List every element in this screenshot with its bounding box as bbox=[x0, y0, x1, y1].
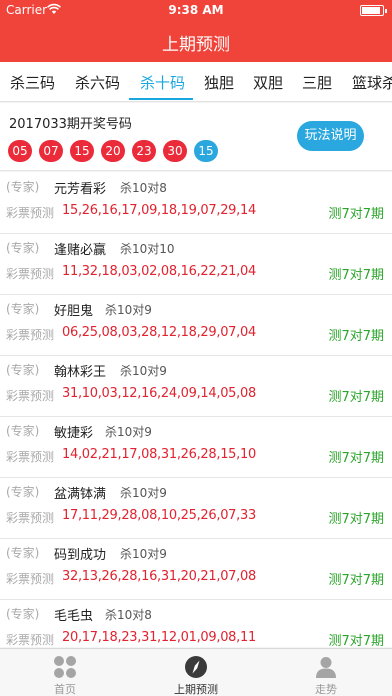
blue-ball: 15 bbox=[194, 140, 218, 162]
latest-draw-panel: 2017033期开奖号码 05 07 15 20 23 30 15 玩法说明 bbox=[0, 103, 392, 171]
prediction-row[interactable]: (专家) 元芳看彩 杀10对8 彩票预测 15,26,16,17,09,18,19,07… bbox=[0, 172, 392, 234]
clock: 9:38 AM bbox=[168, 3, 224, 17]
expert-tag: (专家) bbox=[6, 546, 40, 560]
person-icon bbox=[316, 657, 336, 678]
prediction-label: 彩票预测 bbox=[6, 511, 55, 525]
prediction-label: 彩票预测 bbox=[6, 206, 55, 220]
compass-icon bbox=[185, 656, 207, 678]
battery-icon bbox=[360, 5, 387, 16]
prediction-row[interactable]: (专家) 翰林彩王 杀10对9 彩票预测 31,10,03,12,16,24,09,14… bbox=[0, 355, 392, 417]
tab-kill-ten[interactable]: 杀十码 bbox=[140, 72, 185, 93]
red-ball: 30 bbox=[163, 140, 187, 162]
predicted-numbers: 15,26,16,17,09,18,19,07,29,14 bbox=[62, 203, 256, 218]
red-ball: 20 bbox=[101, 140, 125, 162]
rules-button[interactable]: 玩法说明 bbox=[297, 121, 364, 151]
prediction-label: 彩票预测 bbox=[6, 572, 55, 586]
prediction-label: 彩票预测 bbox=[6, 633, 55, 647]
prediction-row[interactable]: (专家) 码到成功 杀10对9 彩票预测 32,13,26,28,16,31,20,21… bbox=[0, 538, 392, 600]
expert-name: 元芳看彩 bbox=[54, 182, 107, 197]
hit-stat: 测7对7期 bbox=[328, 634, 384, 647]
tab-blue-kill[interactable]: 篮球杀 bbox=[352, 72, 392, 93]
predicted-numbers: 31,10,03,12,16,24,09,14,05,08 bbox=[62, 386, 256, 401]
red-ball: 15 bbox=[70, 140, 94, 162]
tabbar-trend[interactable]: 走势 bbox=[276, 649, 376, 696]
hit-stat: 测7对7期 bbox=[328, 573, 384, 588]
predicted-numbers: 14,02,21,17,08,31,26,28,15,10 bbox=[62, 447, 256, 462]
expert-tag: (专家) bbox=[6, 424, 40, 438]
predicted-numbers: 11,32,18,03,02,08,16,22,21,04 bbox=[62, 264, 256, 279]
tabbar-home[interactable]: 首页 bbox=[15, 649, 115, 696]
kill-record: 杀10对9 bbox=[105, 303, 152, 317]
red-ball: 07 bbox=[39, 140, 63, 162]
kill-record: 杀10对9 bbox=[120, 486, 167, 500]
predicted-numbers: 32,13,26,28,16,31,20,21,07,08 bbox=[62, 569, 256, 584]
prediction-list[interactable]: (专家) 元芳看彩 杀10对8 彩票预测 15,26,16,17,09,18,19,07… bbox=[0, 172, 392, 647]
predicted-numbers: 17,11,29,28,08,10,25,26,07,33 bbox=[62, 508, 256, 523]
tab-kill-three[interactable]: 杀三码 bbox=[10, 72, 55, 93]
expert-name: 逢赌必赢 bbox=[54, 243, 107, 258]
expert-tag: (专家) bbox=[6, 241, 40, 255]
prediction-label: 彩票预测 bbox=[6, 267, 55, 281]
kill-record: 杀10对8 bbox=[105, 608, 152, 622]
tabbar-last-prediction-label: 上期预测 bbox=[174, 683, 218, 696]
tab-double-bile[interactable]: 双胆 bbox=[253, 72, 283, 93]
prediction-label: 彩票预测 bbox=[6, 450, 55, 464]
prediction-row[interactable]: (专家) 盆满钵满 杀10对9 彩票预测 17,11,29,28,08,10,25,26… bbox=[0, 477, 392, 539]
hit-stat: 测7对7期 bbox=[328, 390, 384, 405]
bottom-tab-bar: 首页 上期预测 走势 bbox=[0, 648, 392, 696]
expert-name: 翰林彩王 bbox=[54, 365, 107, 380]
prediction-row[interactable]: (专家) 敏捷彩 杀10对9 彩票预测 14,02,21,17,08,31,26,28,… bbox=[0, 416, 392, 478]
expert-tag: (专家) bbox=[6, 485, 40, 499]
page-title: 上期预测 bbox=[162, 35, 230, 55]
red-ball: 23 bbox=[132, 140, 156, 162]
hit-stat: 测7对7期 bbox=[328, 451, 384, 466]
expert-tag: (专家) bbox=[6, 607, 40, 621]
active-tab-indicator bbox=[129, 98, 193, 100]
tab-kill-six[interactable]: 杀六码 bbox=[75, 72, 120, 93]
predicted-numbers: 20,17,18,23,31,12,01,09,08,11 bbox=[62, 630, 256, 645]
hit-stat: 测7对7期 bbox=[328, 207, 384, 222]
expert-tag: (专家) bbox=[6, 302, 40, 316]
kill-record: 杀10对8 bbox=[120, 181, 167, 195]
tab-single-bile[interactable]: 独胆 bbox=[204, 72, 234, 93]
expert-name: 盆满钵满 bbox=[54, 487, 107, 502]
prediction-row[interactable]: (专家) 毛毛虫 杀10对8 彩票预测 20,17,18,23,31,12,01,09,… bbox=[0, 599, 392, 647]
red-ball: 05 bbox=[8, 140, 32, 162]
tab-triple-bile[interactable]: 三胆 bbox=[302, 72, 332, 93]
hit-stat: 测7对7期 bbox=[328, 268, 384, 283]
expert-name: 好胆鬼 bbox=[54, 304, 94, 319]
prediction-row[interactable]: (专家) 逢赌必赢 杀10对10 彩票预测 11,32,18,03,02,08,16,2… bbox=[0, 233, 392, 295]
kill-record: 杀10对10 bbox=[120, 242, 175, 256]
hit-stat: 测7对7期 bbox=[328, 329, 384, 344]
kill-record: 杀10对9 bbox=[120, 547, 167, 561]
hit-stat: 测7对7期 bbox=[328, 512, 384, 527]
expert-tag: (专家) bbox=[6, 180, 40, 194]
status-bar: Carrier 9:38 AM bbox=[0, 0, 392, 20]
prediction-label: 彩票预测 bbox=[6, 389, 55, 403]
tabbar-trend-label: 走势 bbox=[315, 683, 337, 696]
tabbar-last-prediction[interactable]: 上期预测 bbox=[146, 649, 246, 696]
kill-record: 杀10对9 bbox=[105, 425, 152, 439]
grid-icon bbox=[54, 656, 76, 678]
draw-period-label: 2017033期开奖号码 bbox=[9, 117, 132, 132]
expert-name: 毛毛虫 bbox=[54, 609, 94, 624]
nav-bar: 上期预测 bbox=[0, 20, 392, 62]
prediction-row[interactable]: (专家) 好胆鬼 杀10对9 彩票预测 06,25,08,03,28,12,18,29,… bbox=[0, 294, 392, 356]
kill-record: 杀10对9 bbox=[120, 364, 167, 378]
expert-tag: (专家) bbox=[6, 363, 40, 377]
predicted-numbers: 06,25,08,03,28,12,18,29,07,04 bbox=[62, 325, 256, 340]
tabbar-home-label: 首页 bbox=[54, 683, 76, 696]
category-tabs: 杀三码 杀六码 杀十码 独胆 双胆 三胆 篮球杀 bbox=[0, 62, 392, 102]
prediction-label: 彩票预测 bbox=[6, 328, 55, 342]
expert-name: 敏捷彩 bbox=[54, 426, 94, 441]
expert-name: 码到成功 bbox=[54, 548, 107, 563]
